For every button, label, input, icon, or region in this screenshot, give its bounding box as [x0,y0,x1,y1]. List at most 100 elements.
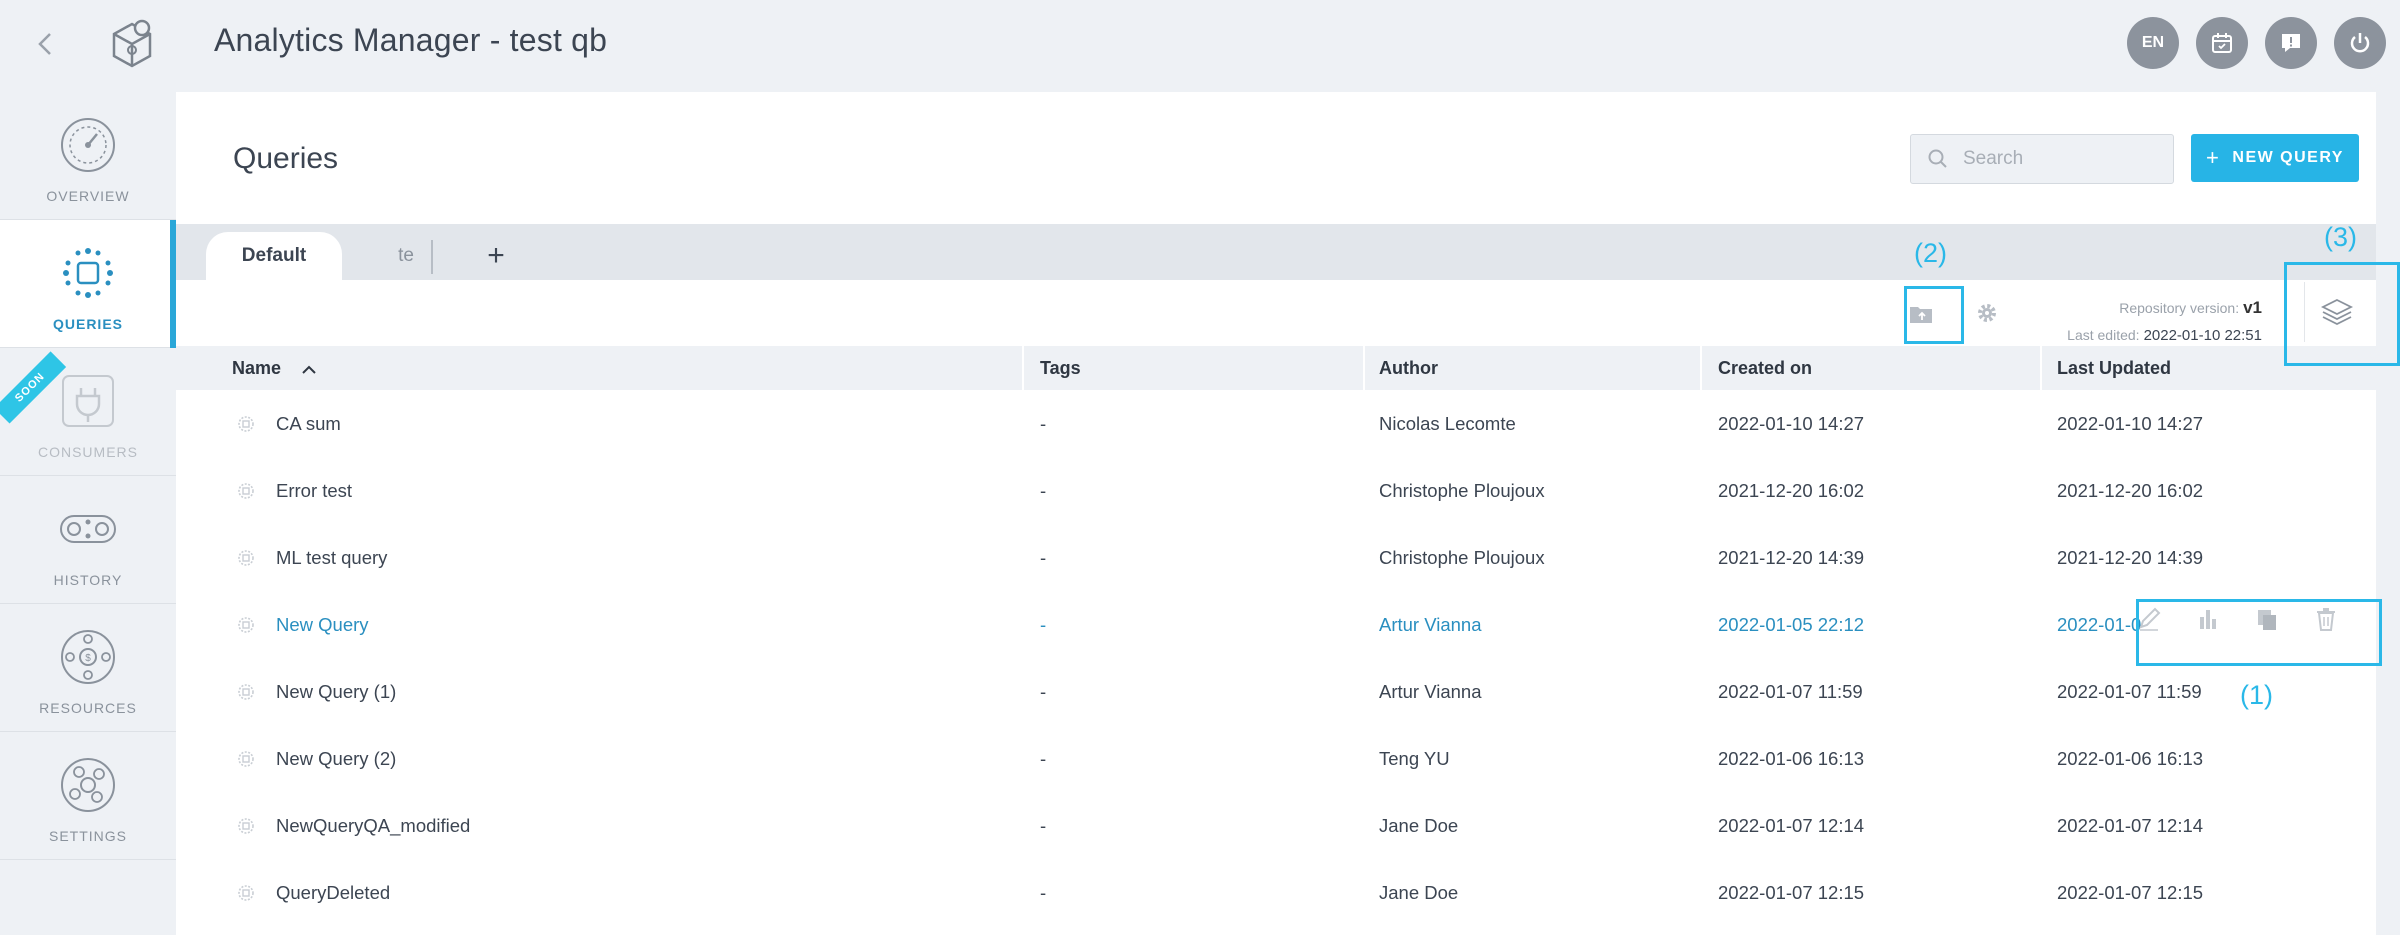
folder-export-icon[interactable] [1909,304,1933,324]
sidebar-item-label: SETTINGS [48,828,127,844]
query-tags: - [1040,614,1047,635]
search-input[interactable] [1963,143,2163,175]
annotation-label-1: (1) [2240,680,2273,710]
repository-versions-button[interactable] [2304,282,2368,342]
query-tags: - [1040,748,1047,769]
sidebar-item-resources[interactable]: $ RESOURCES [0,604,176,732]
sidebar-item-label: RESOURCES [39,700,137,716]
column-header-author[interactable]: Author [1379,346,1438,390]
query-icon [238,684,254,700]
query-icon [238,550,254,566]
app-logo-icon [104,16,160,72]
table-row-hovered[interactable]: New Query - Artur Vianna 2022-01-05 22:1… [176,591,2376,658]
repo-version-value: v1 [2243,298,2262,317]
tab-default[interactable]: Default [206,232,342,280]
table-row[interactable]: CA sum - Nicolas Lecomte 2022-01-10 14:2… [176,390,2376,457]
tab-te[interactable]: te [366,232,446,280]
history-icon [60,515,116,543]
query-updated: 2022-01-10 14:27 [2057,413,2204,434]
repo-version-label: Repository version: [2119,300,2240,316]
sidebar-item-history[interactable]: HISTORY [0,476,176,604]
resources-icon: $ [61,630,115,684]
sort-ascending-icon[interactable] [300,363,318,375]
row-actions [2136,605,2339,633]
feedback-icon[interactable] [2265,17,2317,69]
query-icon [238,818,254,834]
query-author: Christophe Ploujoux [1379,480,1545,501]
delete-icon[interactable] [2313,605,2339,633]
query-author: Artur Vianna [1379,614,1482,635]
top-bar: Analytics Manager - test qb EN [0,0,2400,92]
plug-icon [62,375,114,427]
query-tags: - [1040,480,1047,501]
sidebar-item-queries[interactable]: QUERIES [0,220,176,348]
query-created: 2022-01-10 14:27 [1718,413,1865,434]
column-divider [1700,346,1702,390]
column-header-created[interactable]: Created on [1718,346,1812,390]
query-icon [238,885,254,901]
gear-icon[interactable] [1976,302,1998,324]
repo-edited-value: 2022-01-10 22:51 [2143,327,2262,344]
table-row[interactable]: ML test query - Christophe Ploujoux 2021… [176,524,2376,591]
svg-text:$: $ [85,653,91,664]
column-header-name[interactable]: Name [232,346,318,390]
query-tags: - [1040,882,1047,903]
table-row[interactable]: Error test - Christophe Ploujoux 2021-12… [176,457,2376,524]
query-updated: 2021-12-20 14:39 [2057,547,2204,568]
table-row[interactable]: New Query (1) - Artur Vianna 2022-01-07 … [176,658,2376,725]
repository-bar: Repository version: v1 Last edited: 2022-0… [176,280,2376,346]
query-created: 2022-01-07 12:14 [1718,815,1865,836]
chart-icon[interactable] [2195,605,2221,633]
sidebar-item-consumers[interactable]: CONSUMERS SOON [0,348,176,476]
search-box[interactable] [1910,134,2174,184]
query-updated: 2022-01-07 12:15 [2057,882,2204,903]
power-icon[interactable] [2334,17,2386,69]
query-author: Christophe Ploujoux [1379,547,1545,568]
query-updated: 2021-12-20 16:02 [2057,480,2204,501]
query-name[interactable]: New Query (2) [276,725,396,792]
column-header-tags[interactable]: Tags [1040,346,1081,390]
query-tags: - [1040,681,1047,702]
language-button[interactable]: EN [2127,17,2179,69]
query-name[interactable]: CA sum [276,390,341,457]
table-header: Name Tags Author Created on Last Updated [176,346,2376,390]
settings-icon [61,758,115,812]
query-created: 2022-01-07 12:15 [1718,882,1865,903]
query-name[interactable]: New Query (1) [276,658,396,725]
table-row[interactable]: QueryDeleted - Jane Doe 2022-01-07 12:15… [176,859,2376,926]
column-divider [2040,346,2042,390]
query-name[interactable]: NewQueryQA_modified [276,792,470,859]
new-query-button[interactable]: + NEW QUERY [2191,134,2359,182]
page-title: Queries [233,142,339,175]
query-icon [238,416,254,432]
query-author: Jane Doe [1379,882,1459,903]
back-arrow-icon[interactable] [30,24,64,64]
query-updated: 2022-01-0 [2057,614,2142,635]
add-tab-button[interactable]: + [476,236,516,276]
query-author: Jane Doe [1379,815,1459,836]
edit-icon[interactable] [2136,605,2162,633]
query-created: 2022-01-07 11:59 [1718,681,1863,702]
query-name[interactable]: Error test [276,457,352,524]
table-row[interactable]: NewQueryQA_modified - Jane Doe 2022-01-0… [176,792,2376,859]
sidebar-item-overview[interactable]: OVERVIEW [0,92,176,220]
duplicate-icon[interactable] [2254,605,2280,633]
query-name[interactable]: ML test query [276,524,387,591]
query-tags: - [1040,547,1047,568]
calendar-icon[interactable] [2196,17,2248,69]
query-created: 2022-01-06 16:13 [1718,748,1865,769]
query-name[interactable]: New Query [276,591,369,658]
query-tags: - [1040,413,1047,434]
query-icon [238,751,254,767]
tabs-strip: Default te + [176,224,2376,280]
annotation-label-2: (2) [1914,238,1947,268]
table-row[interactable]: New Query (2) - Teng YU 2022-01-06 16:13… [176,725,2376,792]
query-created: 2022-01-05 22:12 [1718,614,1865,635]
column-header-updated[interactable]: Last Updated [2057,346,2171,390]
queries-icon [63,248,113,298]
sidebar-item-settings[interactable]: SETTINGS [0,732,176,860]
query-created: 2021-12-20 16:02 [1718,480,1865,501]
query-name[interactable]: QueryDeleted [276,859,390,926]
annotation-label-3: (3) [2324,222,2357,252]
top-actions: EN [2127,17,2386,69]
